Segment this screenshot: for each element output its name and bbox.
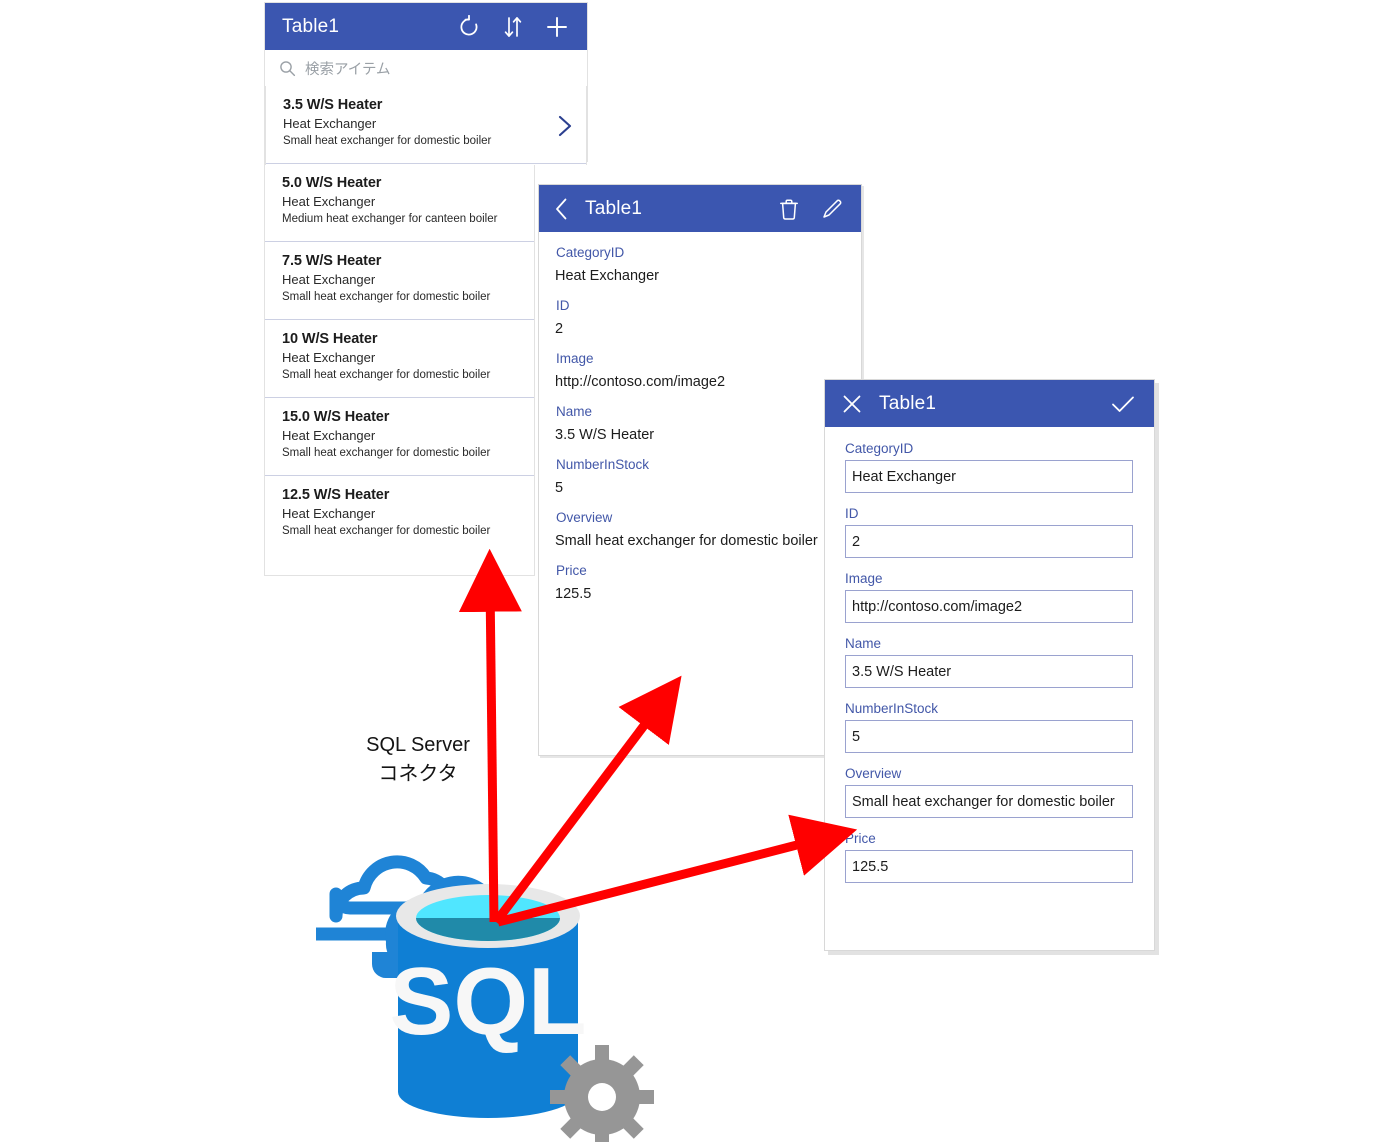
field-label: ID — [556, 298, 570, 313]
list-item-title: 15.0 W/S Heater — [282, 409, 390, 425]
checkmark-icon[interactable] — [1110, 393, 1136, 415]
detail-fields: CategoryID Heat Exchanger ID 2 Image htt… — [539, 232, 861, 606]
list-item-overview: Small heat exchanger for domestic boiler — [282, 369, 491, 381]
field-value: 5 — [555, 480, 564, 496]
gallery-title: Table1 — [282, 15, 340, 37]
detail-title: Table1 — [585, 197, 643, 219]
field-label: Price — [556, 563, 587, 578]
list-item-category: Heat Exchanger — [282, 272, 376, 287]
list-item-category: Heat Exchanger — [282, 194, 376, 209]
sql-wordmark: SQL — [389, 948, 586, 1055]
list-item[interactable]: 5.0 W/S Heater Heat Exchanger Medium hea… — [265, 164, 534, 242]
form-field: ID 2 — [845, 502, 1133, 558]
numberinstock-field[interactable]: 5 — [845, 720, 1133, 753]
add-icon[interactable] — [545, 15, 569, 39]
form-field: Image http://contoso.com/image2 — [845, 567, 1133, 623]
list-item[interactable]: 3.5 W/S Heater Heat Exchanger Small heat… — [266, 86, 586, 164]
edit-form-panel: Table1 CategoryID Heat Exchanger ID 2 Im… — [824, 379, 1155, 951]
search-icon — [279, 60, 296, 77]
field-value: 2 — [555, 321, 564, 337]
id-field[interactable]: 2 — [845, 525, 1133, 558]
list-item-overview: Small heat exchanger for domestic boiler — [283, 135, 492, 147]
list-item-title: 5.0 W/S Heater — [282, 175, 382, 191]
edit-header: Table1 — [825, 380, 1154, 427]
field-label: Name — [845, 636, 882, 651]
form-field: Overview Small heat exchanger for domest… — [845, 762, 1133, 818]
field-label: Image — [845, 571, 883, 586]
gallery-first-row[interactable]: 3.5 W/S Heater Heat Exchanger Small heat… — [265, 86, 587, 165]
price-field[interactable]: 125.5 — [845, 850, 1133, 883]
list-item[interactable]: 7.5 W/S Heater Heat Exchanger Small heat… — [265, 242, 534, 320]
list-item-category: Heat Exchanger — [283, 116, 377, 131]
field-label: NumberInStock — [845, 701, 939, 716]
connector-caption: SQL Server コネクタ — [300, 731, 536, 789]
field-label: Image — [556, 351, 594, 366]
field-value: 3.5 W/S Heater — [555, 427, 655, 443]
list-item-category: Heat Exchanger — [282, 350, 376, 365]
field-value: http://contoso.com/image2 — [555, 374, 726, 390]
field-label: NumberInStock — [556, 457, 650, 472]
field-label: Price — [845, 831, 876, 846]
form-field: NumberInStock 5 — [845, 697, 1133, 753]
list-item-overview: Medium heat exchanger for canteen boiler — [282, 213, 498, 225]
list-item[interactable]: 10 W/S Heater Heat Exchanger Small heat … — [265, 320, 534, 398]
detail-panel: Table1 CategoryID Heat Exchanger ID 2 Im… — [538, 184, 862, 756]
connector-caption-line2: コネクタ — [378, 763, 458, 785]
list-item-title: 7.5 W/S Heater — [282, 253, 382, 269]
field-label: ID — [845, 506, 859, 521]
search-placeholder: 検索アイテム — [305, 61, 391, 78]
field-value: Heat Exchanger — [555, 268, 659, 284]
detail-header: Table1 — [539, 185, 861, 232]
connector-caption-line1: SQL Server — [366, 734, 470, 756]
categoryid-field[interactable]: Heat Exchanger — [845, 460, 1133, 493]
field-value: 125.5 — [555, 586, 592, 602]
list-item[interactable]: 15.0 W/S Heater Heat Exchanger Small hea… — [265, 398, 534, 476]
list-item-category: Heat Exchanger — [282, 506, 376, 521]
field-label: CategoryID — [845, 441, 914, 456]
edit-pencil-icon[interactable] — [821, 198, 843, 220]
field-value: Small heat exchanger for domestic boiler — [555, 533, 818, 549]
gallery-header: Table1 — [265, 3, 587, 50]
close-x-icon[interactable] — [841, 393, 863, 415]
image-field[interactable]: http://contoso.com/image2 — [845, 590, 1133, 623]
diagram-canvas: 3.5 W/S Heater Heat Exchanger Small heat… — [0, 0, 1400, 1142]
field-label: Name — [556, 404, 593, 419]
list-item[interactable]: 12.5 W/S Heater Heat Exchanger Small hea… — [265, 476, 534, 554]
edit-title: Table1 — [879, 392, 937, 414]
search-input[interactable]: 検索アイテム — [265, 50, 587, 87]
chevron-right-icon[interactable] — [556, 112, 574, 140]
list-item-title: 12.5 W/S Heater — [282, 487, 390, 503]
edit-fields: CategoryID Heat Exchanger ID 2 Image htt… — [825, 427, 1154, 883]
field-label: CategoryID — [556, 245, 625, 260]
form-field: Price 125.5 — [845, 827, 1133, 883]
list-item-overview: Small heat exchanger for domestic boiler — [282, 291, 491, 303]
form-field: CategoryID Heat Exchanger — [845, 437, 1133, 493]
refresh-icon[interactable] — [457, 14, 481, 39]
form-field: Name 3.5 W/S Heater — [845, 632, 1133, 688]
sort-icon[interactable] — [503, 15, 523, 39]
field-label: Overview — [845, 766, 902, 781]
list-item-overview: Small heat exchanger for domestic boiler — [282, 525, 491, 537]
back-chevron-icon[interactable] — [553, 196, 571, 222]
list-item-category: Heat Exchanger — [282, 428, 376, 443]
trash-icon[interactable] — [779, 198, 799, 220]
field-label: Overview — [556, 510, 613, 525]
list-item-overview: Small heat exchanger for domestic boiler — [282, 447, 491, 459]
list-item-title: 3.5 W/S Heater — [283, 97, 383, 113]
name-field[interactable]: 3.5 W/S Heater — [845, 655, 1133, 688]
overview-field[interactable]: Small heat exchanger for domestic boiler — [845, 785, 1133, 818]
azure-sql-database-icon: SQL — [316, 855, 654, 1142]
list-item-title: 10 W/S Heater — [282, 331, 378, 347]
